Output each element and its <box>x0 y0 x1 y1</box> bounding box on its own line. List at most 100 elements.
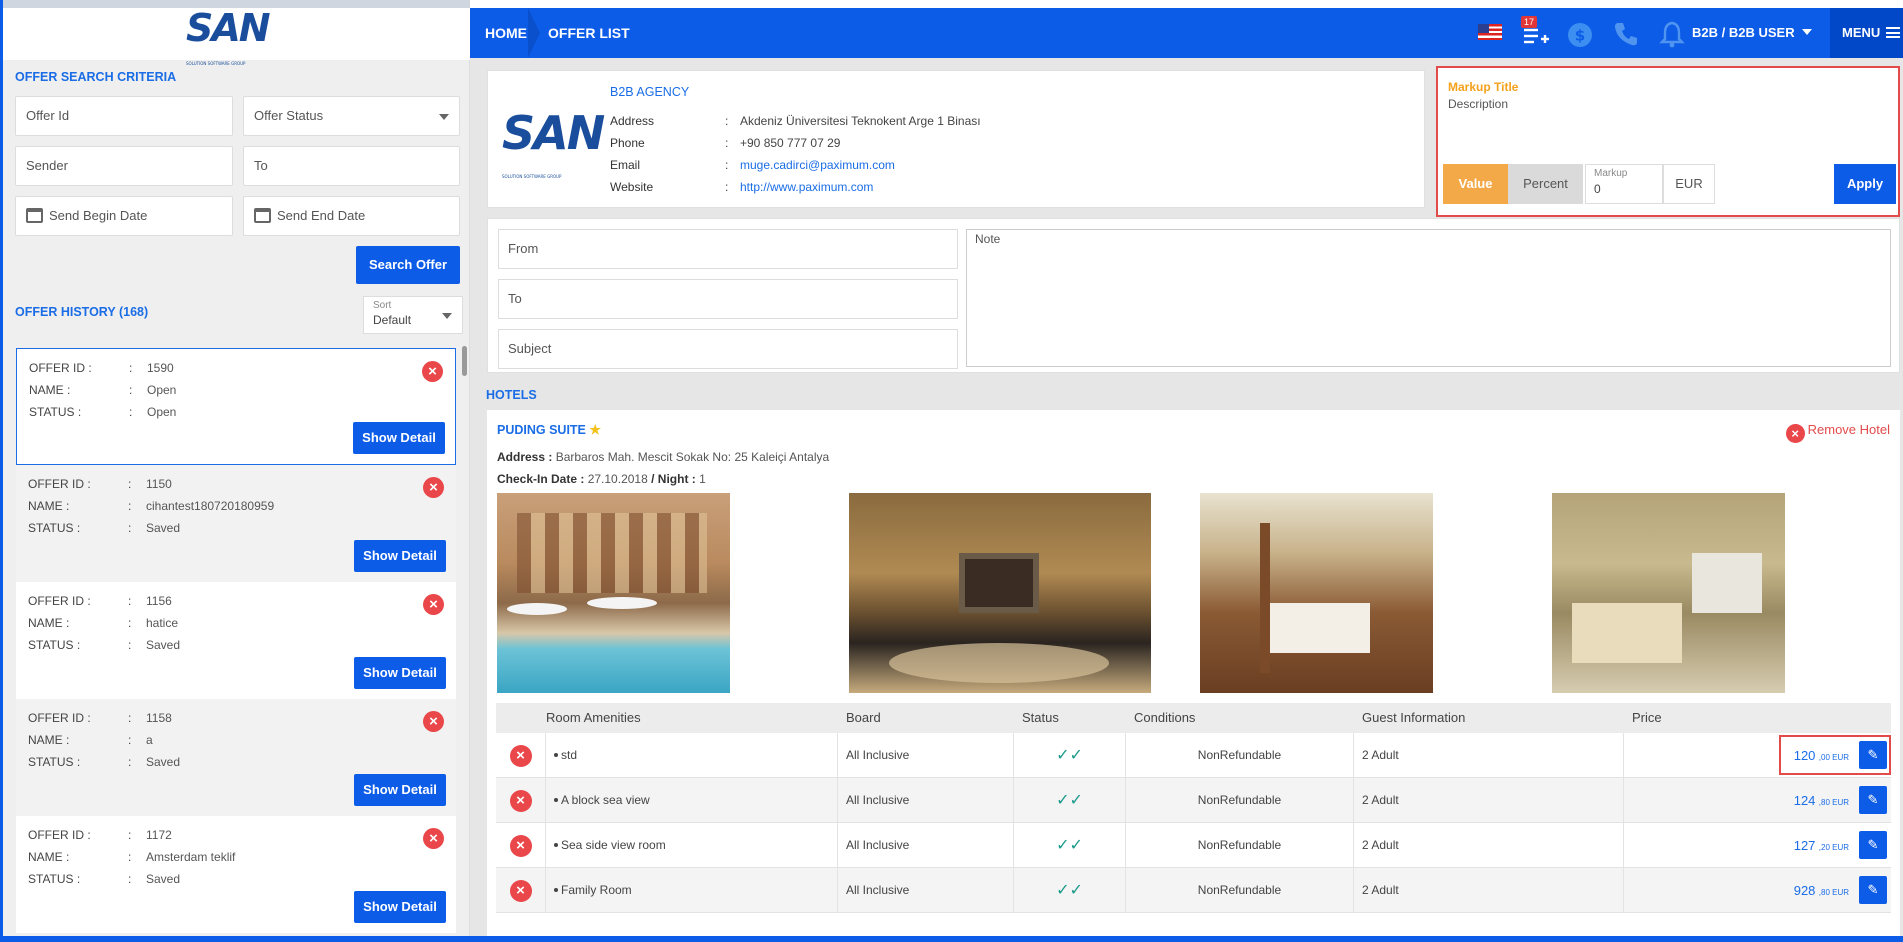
room-name: Family Room <box>546 868 838 912</box>
hotel-photo-suite[interactable] <box>1552 493 1785 693</box>
sort-select[interactable]: Sort Default <box>363 296 463 334</box>
agency-website-row: Website: http://www.paximum.com <box>610 179 874 195</box>
room-row: × Family Room All Inclusive ✓✓ NonRefundable… <box>496 868 1891 913</box>
svg-text:$: $ <box>1575 27 1585 45</box>
apply-button[interactable]: Apply <box>1834 164 1896 204</box>
breadcrumb-home[interactable]: HOME <box>485 8 527 58</box>
room-guest-info: 2 Adult <box>1354 733 1624 777</box>
remove-room-icon[interactable]: × <box>509 789 532 812</box>
markup-panel: Markup Title Description Value Percent M… <box>1436 66 1900 217</box>
delete-offer-icon[interactable]: × <box>422 361 443 382</box>
room-name: Sea side view room <box>546 823 838 867</box>
history-status-row: STATUS :: Saved <box>28 521 181 535</box>
hotel-photo-lounge[interactable] <box>849 493 1151 693</box>
delete-offer-icon[interactable]: × <box>423 828 444 849</box>
room-guest-info: 2 Adult <box>1354 778 1624 822</box>
send-begin-date-field[interactable]: Send Begin Date <box>15 196 233 236</box>
bell-icon[interactable] <box>1658 20 1686 48</box>
room-row: × Sea side view room All Inclusive ✓✓ NonRef… <box>496 823 1891 868</box>
delete-offer-icon[interactable]: × <box>423 594 444 615</box>
edit-price-button[interactable]: ✎ <box>1859 786 1887 814</box>
room-guest-info: 2 Adult <box>1354 868 1624 912</box>
bullet-icon <box>554 888 558 892</box>
from-field[interactable]: From <box>498 229 958 269</box>
mail-form: From To Subject Note <box>487 218 1900 373</box>
delete-offer-icon[interactable]: × <box>423 711 444 732</box>
history-status-row: STATUS :: Open <box>29 405 177 419</box>
value-toggle-button[interactable]: Value <box>1443 164 1508 204</box>
room-guest-info: 2 Adult <box>1354 823 1624 867</box>
history-status-row: STATUS :: Saved <box>28 638 181 652</box>
agency-name: B2B AGENCY <box>610 85 690 99</box>
remove-room-icon[interactable]: × <box>509 879 532 902</box>
remove-room-icon[interactable]: × <box>509 744 532 767</box>
hotel-address: Address : Barbaros Mah. Mescit Sokak No:… <box>497 450 830 464</box>
offer-history-item[interactable]: OFFER ID ::1172 NAME :: Amsterdam teklif ST… <box>16 816 456 933</box>
scrollbar-thumb[interactable] <box>462 346 467 376</box>
subject-field[interactable]: Subject <box>498 329 958 369</box>
star-icon: ★ <box>589 422 602 437</box>
breadcrumb-current: OFFER LIST <box>548 25 630 41</box>
calendar-icon <box>26 208 43 223</box>
edit-price-button[interactable]: ✎ <box>1859 831 1887 859</box>
offer-id-field[interactable]: Offer Id <box>15 96 233 136</box>
edit-price-button[interactable]: ✎ <box>1859 876 1887 904</box>
user-menu[interactable]: B2B / B2B USER <box>1692 8 1813 58</box>
offer-history-item[interactable]: OFFER ID ::1156 NAME :: hatice STATUS :: Sav… <box>16 582 456 699</box>
hotels-section-title: HOTELS <box>486 388 537 402</box>
offer-history-item[interactable]: OFFER ID ::1158 NAME :: a STATUS :: Saved × Sh… <box>16 699 456 816</box>
history-name-row: NAME ::a <box>28 733 153 747</box>
sender-field[interactable]: Sender <box>15 146 233 186</box>
show-detail-button[interactable]: Show Detail <box>353 422 445 454</box>
search-criteria-title: OFFER SEARCH CRITERIA <box>15 70 177 84</box>
agency-email-link[interactable]: muge.cadirci@paximum.com <box>740 157 895 173</box>
breadcrumb-separator <box>528 8 540 58</box>
room-board: All Inclusive <box>838 778 1014 822</box>
phone-icon[interactable] <box>1612 20 1640 48</box>
percent-toggle-button[interactable]: Percent <box>1508 164 1583 204</box>
san-logo: SAN SOLUTION SOFTWARE GROUP <box>186 6 271 66</box>
hotel-photo-bedroom[interactable] <box>1200 493 1433 693</box>
hotel-photo-courtyard[interactable] <box>497 493 730 693</box>
chevron-down-icon <box>442 313 452 319</box>
agency-email-row: Email: muge.cadirci@paximum.com <box>610 157 895 173</box>
history-offer-id-row: OFFER ID ::1158 <box>28 711 172 725</box>
remove-hotel-button[interactable]: × Remove Hotel <box>1785 422 1890 443</box>
agency-logo: SAN SOLUTION SOFTWARE GROUP <box>502 106 605 179</box>
remove-room-icon[interactable]: × <box>509 834 532 857</box>
room-conditions: NonRefundable <box>1126 868 1354 912</box>
show-detail-button[interactable]: Show Detail <box>354 657 446 689</box>
history-name-row: NAME :: Open <box>29 383 177 397</box>
history-status-row: STATUS :: Saved <box>28 872 181 886</box>
currency-icon[interactable]: $ <box>1566 21 1594 49</box>
room-board: All Inclusive <box>838 868 1014 912</box>
show-detail-button[interactable]: Show Detail <box>354 774 446 806</box>
currency-label: EUR <box>1663 164 1715 204</box>
hotel-checkin: Check-In Date : 27.10.2018 / Night : 1 <box>497 472 706 486</box>
room-board: All Inclusive <box>838 733 1014 777</box>
offer-status-select[interactable]: Offer Status <box>243 96 460 136</box>
show-detail-button[interactable]: Show Detail <box>354 891 446 923</box>
menu-button[interactable]: MENU <box>1830 8 1903 58</box>
markup-input[interactable]: Markup 0 <box>1585 164 1663 204</box>
room-price: 120 ,00 EUR ✎ <box>1624 733 1891 777</box>
agency-info-card: SAN SOLUTION SOFTWARE GROUP B2B AGENCY A… <box>487 70 1425 208</box>
rooms-table-header: Room Amenities Board Status Conditions G… <box>496 703 1891 733</box>
note-textarea[interactable]: Note <box>966 229 1891 367</box>
mail-to-field[interactable]: To <box>498 279 958 319</box>
delete-offer-icon[interactable]: × <box>423 477 444 498</box>
us-flag-icon[interactable] <box>1478 24 1502 40</box>
send-end-date-field[interactable]: Send End Date <box>243 196 460 236</box>
edit-price-button[interactable]: ✎ <box>1859 741 1887 769</box>
agency-address-row: Address: Akdeniz Üniversitesi Teknokent A… <box>610 114 981 128</box>
room-price: 127 ,20 EUR ✎ <box>1624 823 1891 867</box>
offer-history-item[interactable]: OFFER ID ::1590NAME :: OpenSTATUS :: Open ×… <box>16 348 456 465</box>
agency-website-link[interactable]: http://www.paximum.com <box>740 179 873 195</box>
to-field[interactable]: To <box>243 146 460 186</box>
hotel-name[interactable]: PUDING SUITE ★ <box>497 422 601 438</box>
search-offer-button[interactable]: Search Offer <box>356 246 460 284</box>
history-offer-id-row: OFFER ID ::1590 <box>29 361 174 375</box>
show-detail-button[interactable]: Show Detail <box>354 540 446 572</box>
offer-history-item[interactable]: OFFER ID ::1150 NAME :: cihantest180720180… <box>16 465 456 582</box>
close-icon: × <box>1785 424 1805 443</box>
